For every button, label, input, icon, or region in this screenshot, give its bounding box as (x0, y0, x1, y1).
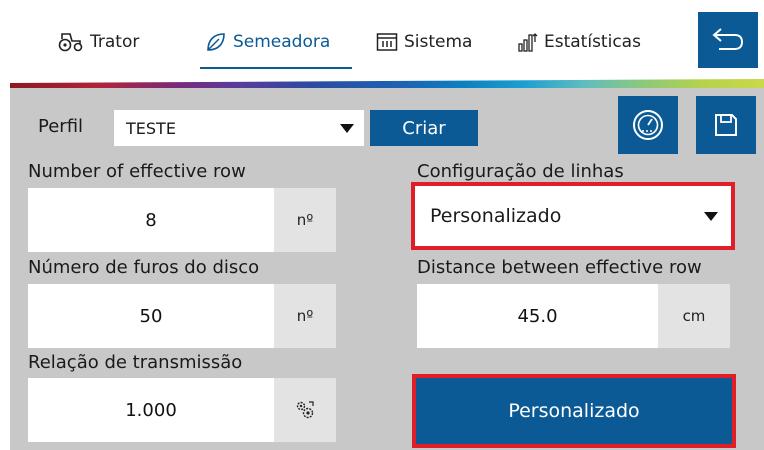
disc-holes-value[interactable]: 50 (28, 284, 274, 348)
tab-sistema[interactable]: Sistema (376, 24, 472, 60)
create-profile-button[interactable]: Criar (370, 110, 478, 146)
tab-semeadora-label: Semeadora (233, 32, 331, 52)
leaf-icon (207, 33, 225, 51)
chevron-down-icon (704, 211, 718, 221)
calendar-icon (376, 33, 398, 51)
row-count-value[interactable]: 8 (28, 188, 274, 252)
disc-holes-unit: nº (274, 284, 336, 348)
back-button[interactable] (698, 12, 758, 68)
tab-semeadora[interactable]: Semeadora (205, 24, 330, 60)
custom-config-button[interactable]: Personalizado (412, 374, 736, 448)
row-count-unit: nº (274, 188, 336, 252)
transmission-unit (274, 378, 336, 442)
tab-estatisticas[interactable]: Estatísticas (518, 24, 641, 60)
line-config-select[interactable]: Personalizado (411, 182, 735, 250)
tab-trator[interactable]: Trator (58, 24, 139, 60)
row-distance-field[interactable]: 45.0 cm (417, 284, 730, 348)
custom-config-label: Personalizado (508, 400, 640, 422)
chevron-down-icon (340, 123, 354, 133)
disc-holes-field[interactable]: 50 nº (28, 284, 336, 348)
top-navigation: Trator Semeadora Sistema Estatísticas (0, 0, 764, 80)
stats-icon (518, 33, 538, 52)
transmission-field[interactable]: 1.000 (28, 378, 336, 442)
line-config-value: Personalizado (430, 205, 562, 227)
row-count-label: Number of effective row (28, 161, 246, 182)
row-distance-unit: cm (658, 284, 730, 348)
active-tab-indicator (200, 67, 352, 69)
tab-estatisticas-label: Estatísticas (544, 32, 641, 52)
row-distance-label: Distance between effective row (417, 257, 702, 278)
save-icon (715, 114, 737, 136)
back-arrow-icon (712, 28, 744, 50)
profile-select-value: TESTE (126, 118, 176, 138)
create-profile-label: Criar (402, 117, 446, 139)
row-distance-value[interactable]: 45.0 (417, 284, 658, 348)
tab-sistema-label: Sistema (404, 32, 473, 52)
tab-trator-label: Trator (90, 32, 140, 52)
speedometer-button[interactable] (618, 96, 678, 154)
profile-label: Perfil (38, 116, 84, 137)
transmission-label: Relação de transmissão (28, 352, 243, 373)
speedometer-icon (633, 110, 663, 140)
tractor-icon (58, 33, 83, 52)
transmission-value[interactable]: 1.000 (28, 378, 274, 442)
gears-icon (296, 401, 314, 419)
profile-select[interactable]: TESTE (114, 110, 364, 146)
settings-panel: Perfil TESTE Criar Number of effective r… (10, 88, 764, 450)
disc-holes-label: Número de furos do disco (28, 257, 260, 278)
line-config-label: Configuração de linhas (417, 161, 624, 182)
row-count-field[interactable]: 8 nº (28, 188, 336, 252)
save-button[interactable] (696, 96, 756, 154)
